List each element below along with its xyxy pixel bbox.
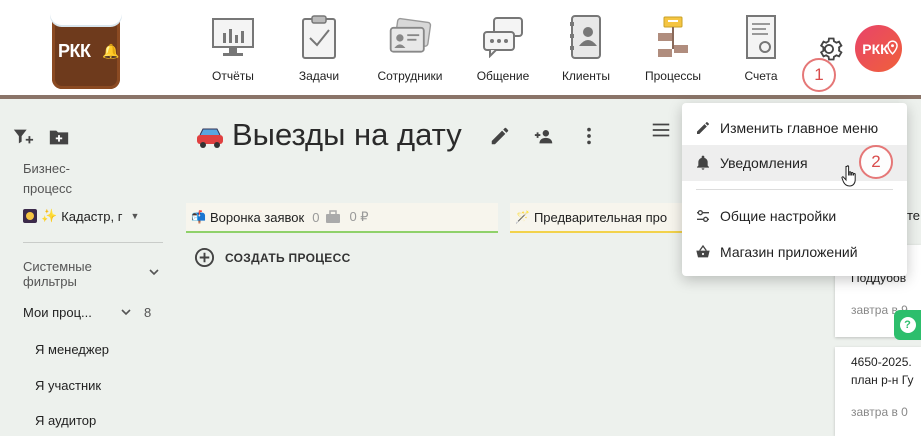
nav-processes[interactable]: Процессы: [645, 0, 701, 95]
chevron-down-icon: ▼: [130, 211, 140, 221]
menu-item-app-store[interactable]: Магазин приложений: [682, 234, 907, 270]
nav-tasks[interactable]: Задачи: [296, 0, 342, 95]
company-logo[interactable]: РКК 🔔: [50, 5, 122, 89]
edit-pencil-icon[interactable]: [489, 125, 511, 147]
logo-text: РКК: [58, 41, 91, 61]
my-processes-chevron-icon[interactable]: [120, 306, 132, 318]
funnel-emoji-icon: 📬: [191, 210, 206, 224]
column-title: Воронка заявок: [209, 209, 305, 225]
hamburger-menu-icon[interactable]: [650, 119, 672, 141]
create-process-button[interactable]: СОЗДАТЬ ПРОЦЕСС: [194, 247, 351, 268]
menu-item-label: Магазин приложений: [720, 244, 858, 260]
nav-chat-label: Общение: [476, 69, 530, 83]
reports-icon: [210, 14, 256, 60]
menu-item-label: Уведомления: [720, 155, 808, 171]
filter-i-am-participant[interactable]: Я участник: [35, 378, 101, 393]
menu-item-general-settings[interactable]: Общие настройки: [682, 198, 907, 234]
help-question-icon: ?: [899, 317, 916, 333]
business-process-label-line1: Бизнес-: [23, 161, 70, 176]
location-pin-icon: [887, 40, 898, 55]
create-process-label: СОЗДАТЬ ПРОЦЕСС: [225, 250, 351, 265]
add-folder-icon[interactable]: [48, 126, 70, 148]
column-header-preliminary[interactable]: 🪄 Предварительная про: [510, 203, 682, 233]
bell-icon: [697, 155, 709, 170]
nav-processes-label: Процессы: [645, 69, 702, 83]
more-options-icon[interactable]: [578, 125, 600, 147]
processes-icon: [650, 14, 696, 60]
page-title: Выезды на дату: [232, 117, 462, 152]
sidebar-divider: [23, 242, 163, 243]
nav-chat[interactable]: Общение: [475, 0, 531, 95]
nav-tasks-label: Задачи: [298, 69, 340, 83]
top-navigation-bar: РКК 🔔 Отчёты Задачи Сотрудники Общение К…: [0, 0, 921, 95]
employees-icon: [387, 14, 433, 60]
nav-invoices[interactable]: Счета: [738, 0, 784, 95]
nav-reports[interactable]: Отчёты: [210, 0, 256, 95]
business-process-select[interactable]: ✨ Кадастр, г ▼: [23, 208, 139, 224]
menu-item-label: Изменить главное меню: [720, 120, 879, 136]
help-tab[interactable]: ?: [894, 310, 921, 340]
logo-snow-cap: [50, 5, 122, 25]
partial-column-header: те: [907, 208, 921, 223]
left-sidebar: Бизнес- процесс ✨ Кадастр, г ▼ Системные…: [0, 99, 180, 436]
magic-wand-icon: 🪄: [515, 210, 530, 224]
add-filter-icon[interactable]: [12, 126, 34, 148]
nav-reports-label: Отчёты: [212, 69, 254, 83]
user-avatar[interactable]: РКК: [855, 25, 902, 72]
add-circle-icon: [194, 247, 215, 268]
nav-employees-label: Сотрудники: [377, 69, 443, 83]
system-filters-label-line2[interactable]: фильтры: [23, 274, 77, 289]
sparkles-icon: ✨: [41, 208, 58, 223]
step-annotation-1: 1: [802, 58, 836, 92]
selected-process-value: Кадастр, г: [61, 208, 123, 224]
my-processes-item[interactable]: Мои проц...: [23, 305, 92, 320]
column-sum: 0 ₽: [349, 209, 369, 224]
nav-clients[interactable]: Клиенты: [561, 0, 611, 95]
column-title: Предварительная про: [533, 209, 668, 225]
process-emoji-icon: [23, 209, 37, 223]
add-member-icon[interactable]: [533, 125, 555, 147]
process-card-2[interactable]: 4650-2025. план р-н Гу завтра в 0: [835, 347, 921, 436]
nav-employees[interactable]: Сотрудники: [377, 0, 443, 95]
clients-icon: [563, 14, 609, 60]
my-processes-count: 8: [144, 305, 152, 320]
business-process-label-line2: процесс: [23, 181, 73, 196]
menu-item-edit-main-menu[interactable]: Изменить главное меню: [682, 110, 907, 146]
filter-i-am-manager[interactable]: Я менеджер: [35, 342, 109, 357]
card-line-1: 4650-2025.: [851, 355, 912, 369]
avatar-text: РКК: [862, 40, 889, 57]
step-annotation-2: 2: [859, 145, 893, 179]
basket-icon: [696, 244, 710, 258]
logo-bell-icon: 🔔: [102, 43, 120, 59]
card-footer: завтра в 0: [851, 405, 908, 419]
system-filters-label-line1[interactable]: Системные: [23, 259, 92, 274]
settings-sliders-icon: [697, 210, 709, 222]
car-icon: [197, 128, 223, 148]
menu-divider: [696, 189, 893, 190]
filter-i-am-auditor[interactable]: Я аудитор: [35, 413, 96, 428]
chat-icon: [480, 14, 526, 60]
menu-item-label: Общие настройки: [720, 208, 837, 224]
tasks-icon: [296, 14, 342, 60]
briefcase-icon: [326, 210, 341, 223]
pencil-icon: [697, 122, 709, 134]
system-filters-chevron-icon[interactable]: [148, 266, 160, 278]
hand-pointer-cursor-icon: [841, 165, 856, 187]
nav-invoices-label: Счета: [744, 69, 778, 83]
invoices-icon: [738, 14, 784, 60]
column-count: 0: [312, 209, 320, 225]
card-line-2: план р-н Гу: [851, 373, 914, 387]
settings-dropdown-menu: Изменить главное меню Уведомления Общие …: [682, 103, 907, 276]
nav-clients-label: Клиенты: [561, 69, 611, 83]
column-header-leads-funnel[interactable]: 📬 Воронка заявок 0 0 ₽: [186, 203, 498, 233]
